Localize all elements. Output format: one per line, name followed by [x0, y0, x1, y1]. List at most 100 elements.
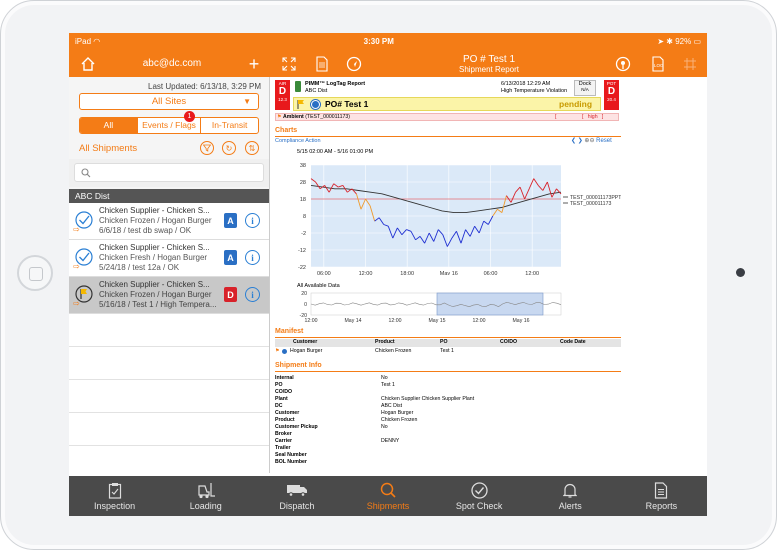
list-item-selected[interactable]: ⇨ Chicken Supplier - Chicken S... Chicke… — [69, 277, 269, 314]
list-item[interactable]: ⇨ Chicken Supplier - Chicken S... Chicke… — [69, 240, 269, 277]
item-title: Chicken Supplier - Chicken S... — [99, 206, 210, 215]
info-key: Internal — [275, 374, 294, 381]
report-icon — [655, 481, 668, 499]
tab-label: Spot Check — [455, 501, 503, 511]
air-grade-box: AIR D 12.3 — [275, 80, 290, 110]
item-detail: 6/6/18 / test db swap / OK — [99, 226, 192, 235]
empty-rows — [69, 314, 269, 473]
info-value: ABC Dist — [381, 402, 403, 409]
tab-dispatch[interactable]: Dispatch — [251, 476, 342, 516]
truck-icon: ⇨ — [73, 262, 80, 271]
prev-icon[interactable]: ❮ — [571, 138, 576, 144]
last-updated: Last Updated: 6/13/18, 3:29 PM — [148, 82, 261, 91]
home-button[interactable] — [17, 255, 53, 291]
chart-nav: ❮ ❯ ⊕⊖ Reset — [571, 137, 612, 144]
status-left: iPad ◠ — [75, 37, 100, 46]
tab-alerts[interactable]: Alerts — [525, 476, 616, 516]
y-tick-label: 28 — [300, 180, 306, 186]
legend-label: TEST_000011173 — [570, 201, 611, 207]
info-icon[interactable]: i — [245, 213, 260, 228]
air-value: 12.3 — [278, 97, 287, 102]
ambient-high: [ high ] — [582, 114, 604, 120]
info-value: Chicken Supplier Chicken Supplier Plant — [381, 395, 475, 402]
info-value: Hogan Burger — [381, 409, 414, 416]
manifest-status-icon — [282, 349, 287, 354]
compliance-action-link[interactable]: Compliance Action — [275, 138, 321, 144]
item-detail: 5/24/18 / test 12a / OK — [99, 263, 180, 272]
cell-customer: Hogan Burger — [290, 348, 323, 354]
report-title: PO # Test 1 — [462, 54, 516, 65]
info-icon[interactable]: i — [245, 250, 260, 265]
tab-inspection[interactable]: Inspection — [69, 476, 160, 516]
y-tick-label: -2 — [301, 231, 306, 237]
shipments-panel: Last Updated: 6/13/18, 3:29 PM All Sites… — [69, 77, 270, 473]
dock-box: Dock N/A — [574, 80, 596, 96]
camera — [736, 268, 745, 277]
logger-title: PIMM™ LogTag Report — [305, 81, 366, 87]
col-co-do: CO/DO — [500, 339, 518, 345]
refresh-icon[interactable]: ↻ — [222, 141, 236, 155]
list-item[interactable]: ⇨ Chicken Supplier - Chicken S... Chicke… — [69, 203, 269, 240]
y-tick-label: 8 — [303, 214, 306, 220]
next-icon[interactable]: ❯ — [578, 138, 583, 144]
site-select-value: All Sites — [151, 96, 187, 107]
manifest-row[interactable]: ⚑ Hogan Burger Chicken Frozen Test 1 — [275, 348, 621, 356]
zoom-out-icon[interactable]: ⊖ — [589, 138, 594, 144]
expand-icon[interactable] — [280, 55, 298, 73]
grid-icon[interactable] — [681, 55, 699, 73]
info-value: No — [381, 374, 388, 381]
search-icon — [380, 482, 396, 498]
tab-spot-check[interactable]: Spot Check — [434, 476, 525, 516]
ambient-bracket: [ — [555, 114, 557, 120]
item-title: Chicken Supplier - Chicken S... — [99, 280, 210, 289]
add-icon[interactable]: + — [245, 54, 263, 74]
group-header: ABC Dist — [69, 189, 269, 203]
navigator-x-label: 12:00 — [473, 318, 486, 324]
info-key: PO — [275, 381, 283, 388]
location-pin-icon[interactable] — [614, 55, 632, 73]
shipment-info-row: Customer Pickup No — [275, 423, 621, 430]
item-product: Chicken Frozen / Hogan Burger — [99, 216, 212, 225]
info-icon[interactable]: i — [245, 287, 260, 302]
dock-value: N/A — [581, 87, 589, 92]
reset-link[interactable]: Reset — [596, 138, 612, 144]
shipment-report: AIR D 12.3 POT D 20.4 PIMM™ LogTag Repor… — [271, 77, 707, 473]
report-date: 6/13/2018 12:29 AM — [501, 81, 551, 87]
search-bar — [69, 159, 269, 187]
home-icon[interactable] — [79, 55, 97, 73]
search-input[interactable] — [74, 163, 264, 182]
tab-bar: Inspection Loading Dispatch Shipments Sp… — [69, 476, 707, 516]
navigate-icon[interactable] — [345, 55, 363, 73]
report-subtitle: Shipment Report — [458, 65, 520, 74]
shipment-info-row: Carrier DENNY — [275, 437, 621, 444]
tab-label: Shipments — [366, 501, 410, 511]
shipment-info-row: CO/DO — [275, 388, 621, 395]
clipboard-icon — [108, 482, 121, 499]
tab-loading[interactable]: Loading — [160, 476, 251, 516]
document-icon[interactable] — [313, 55, 331, 73]
site-select[interactable]: All Sites ▼ — [79, 93, 259, 110]
navigator-y-label: 20 — [301, 291, 307, 297]
navigator-y-label: 0 — [304, 302, 307, 308]
sort-icon[interactable]: ⇅ — [245, 141, 259, 155]
cell-product: Chicken Frozen — [375, 348, 412, 354]
location-icon: ➤ — [657, 37, 665, 46]
log-icon[interactable]: LOG — [649, 55, 667, 73]
filter-in-transit[interactable]: In-Transit — [201, 118, 258, 133]
info-value: Test 1 — [381, 381, 395, 388]
air-grade: D — [278, 86, 287, 97]
shipment-info-row: PO Test 1 — [275, 381, 621, 388]
grade-badge: D — [224, 287, 237, 302]
tab-shipments[interactable]: Shipments — [342, 476, 433, 516]
ambient-flag-icon: ⚑ — [277, 114, 282, 120]
filter-all[interactable]: All — [80, 118, 137, 133]
temperature-chart[interactable]: 38 28 18 8 -2 -12 -22 06:00 12:00 18:00 May 16 06:0… — [271, 155, 621, 275]
navigator-chart[interactable]: 200-2012:00 May 14 12:00 May 15 12:00 May 16 — [271, 289, 621, 327]
app-header: abc@dc.com + PO # Test 1 Shipment Report… — [69, 50, 707, 77]
report-company: ABC Dist — [305, 88, 328, 94]
tab-reports[interactable]: Reports — [616, 476, 707, 516]
filter-funnel-icon[interactable] — [200, 141, 214, 155]
status-right: ➤ ✱ 92% ▭ — [657, 37, 701, 46]
account-email: abc@dc.com — [142, 58, 202, 69]
svg-text:LOG: LOG — [654, 63, 664, 68]
